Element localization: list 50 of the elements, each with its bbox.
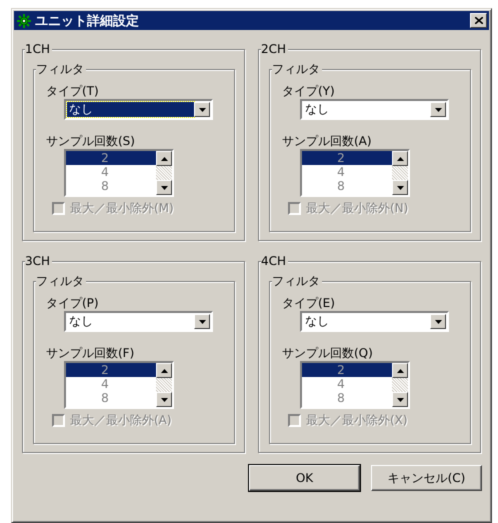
cancel-button[interactable]: キャンセル(C) [371, 465, 482, 491]
type-dropdown[interactable]: なし [64, 311, 213, 332]
type-dropdown[interactable]: なし [64, 99, 213, 120]
gear-icon [17, 14, 31, 28]
scroll-track [156, 166, 172, 180]
field-label: サンプル回数(F) [46, 346, 136, 361]
up-arrow-icon [396, 368, 404, 372]
group-title: フィルタ [272, 62, 322, 76]
group-title: フィルタ [272, 274, 322, 288]
down-arrow-icon [396, 186, 404, 190]
group-title: フィルタ [36, 62, 86, 76]
dropdown-button[interactable] [430, 102, 446, 117]
up-arrow-icon [396, 156, 404, 160]
group-title: 4CH [261, 254, 288, 268]
group-title: 3CH [25, 254, 52, 268]
down-arrow-icon [396, 398, 404, 402]
dropdown-button[interactable] [194, 314, 210, 329]
scroll-track [156, 378, 172, 392]
checkbox-label: 最大／最小除外(X) [306, 412, 408, 429]
group-title: フィルタ [36, 274, 86, 288]
scroll-track [392, 166, 408, 180]
down-arrow-icon [160, 186, 168, 190]
caret-icon [434, 320, 442, 324]
checkbox-label: 最大／最小除外(M) [70, 200, 174, 217]
close-icon [474, 17, 482, 24]
field-label: サンプル回数(Q) [282, 346, 374, 361]
field-label: サンプル回数(A) [282, 134, 373, 149]
scroll-track [392, 378, 408, 392]
field-label: タイプ(Y) [282, 84, 336, 99]
checkbox-label: 最大／最小除外(A) [70, 412, 172, 429]
up-arrow-icon [160, 156, 168, 160]
close-button[interactable] [470, 13, 487, 28]
dropdown-button[interactable] [430, 314, 446, 329]
ok-button[interactable]: OK [249, 465, 360, 491]
group-title: 1CH [25, 42, 52, 56]
window-title: ユニット詳細設定 [35, 12, 140, 30]
group-title: 2CH [261, 42, 288, 56]
caret-icon [198, 320, 206, 324]
field-label: タイプ(E) [282, 296, 336, 311]
caret-icon [198, 108, 206, 112]
type-dropdown[interactable]: なし [300, 311, 449, 332]
field-label: タイプ(T) [46, 84, 100, 99]
checkbox-label: 最大／最小除外(N) [306, 200, 408, 217]
down-arrow-icon [160, 398, 168, 402]
dropdown-button[interactable] [194, 102, 210, 117]
type-dropdown[interactable]: なし [300, 99, 449, 120]
field-label: サンプル回数(S) [46, 134, 136, 149]
up-arrow-icon [160, 368, 168, 372]
field-label: タイプ(P) [46, 296, 100, 311]
caret-icon [434, 108, 442, 112]
